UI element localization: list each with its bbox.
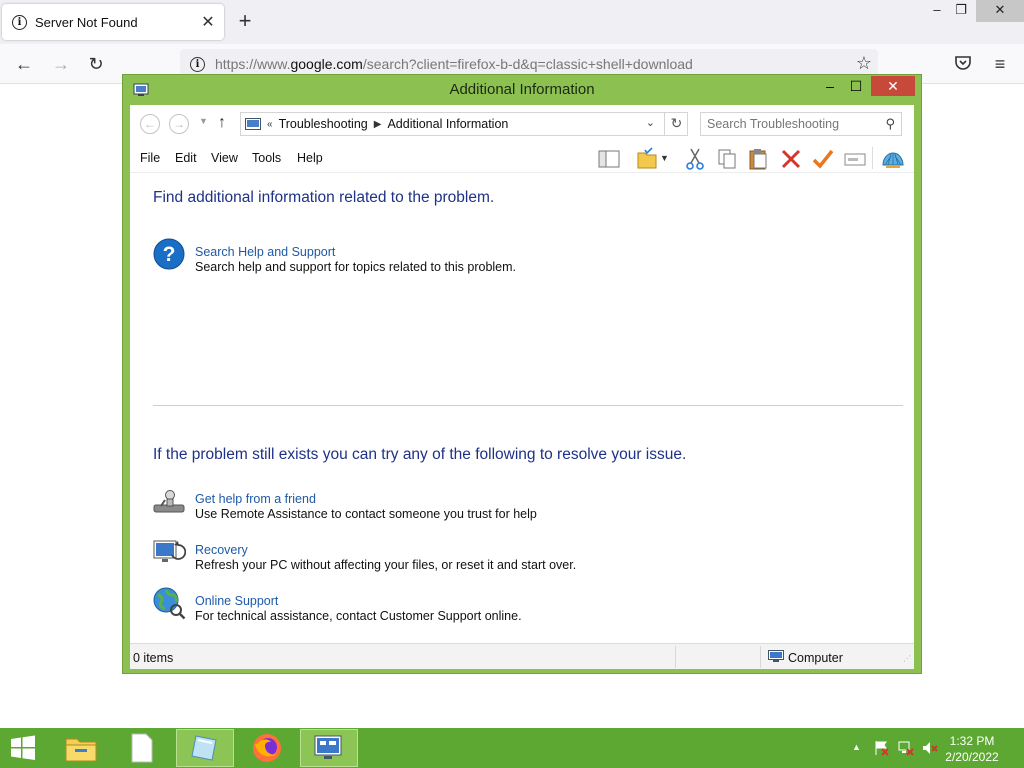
action-center-flag-icon[interactable] [874,740,890,756]
windows-logo-icon [11,735,35,760]
new-tab-button[interactable]: + [234,10,256,32]
menu-file[interactable]: File [140,151,160,165]
get-help-friend-description: Use Remote Assistance to contact someone… [195,507,537,521]
document-icon [131,733,153,763]
url-text: https://www.google.com/search?client=fir… [215,56,693,72]
back-button[interactable]: ← [13,53,35,75]
address-row: ← → ▼ ↑ « Troubleshooting ▶ Additional I… [130,105,914,143]
help-icon[interactable]: ? [152,237,186,271]
shell-icon[interactable] [881,147,905,171]
breadcrumb-additional-information[interactable]: Additional Information [387,117,508,131]
preview-pane-icon[interactable] [597,147,621,171]
status-item-count: 0 items [133,651,174,665]
tray-overflow-chevron-icon[interactable]: ▲ [852,742,868,758]
status-bar: 0 items Computer ⋰ [130,643,914,669]
recovery-description: Refresh your PC without affecting your f… [195,558,577,572]
search-input[interactable]: Search Troubleshooting ⚲ [700,112,902,136]
menu-bar: File Edit View Tools Help ▼ [130,143,914,173]
site-info-icon[interactable]: i [190,56,205,72]
taskbar-notepad[interactable] [113,729,171,767]
taskbar-file-explorer[interactable] [52,729,110,767]
copy-icon[interactable] [715,147,739,171]
window-titlebar[interactable]: Additional Information – ☐ ✕ [123,75,921,105]
reload-button[interactable]: ↻ [85,53,107,75]
window-maximize-button[interactable]: ☐ [843,77,869,97]
breadcrumb-overflow-icon[interactable]: « [267,119,273,130]
recovery-icon[interactable] [152,535,186,569]
window-title: Additional Information [449,81,595,98]
section-heading-resolve: If the problem still exists you can try … [153,446,687,463]
checkmark-icon[interactable] [811,147,835,171]
taskbar-control-panel[interactable] [176,729,234,767]
clock-time[interactable]: 1:32 PM [942,734,1002,748]
volume-muted-icon[interactable] [922,740,938,756]
nav-forward-button[interactable]: → [169,114,189,134]
search-help-description: Search help and support for topics relat… [195,260,517,274]
glass-panel-icon [191,735,217,761]
browser-tabbar: i Server Not Found ✕ + – ❐ ✕ [0,0,1024,44]
rename-icon[interactable] [843,147,867,171]
resize-grip-icon[interactable]: ⋰ [903,654,911,663]
pocket-icon[interactable] [952,54,974,76]
address-dropdown-icon[interactable]: ⌄ [646,116,655,129]
taskbar: ▲ 1:32 PM 2/20/2022 [0,728,1024,768]
network-icon[interactable] [898,740,914,756]
taskbar-troubleshooting[interactable] [300,729,358,767]
browser-close-button[interactable]: ✕ [976,0,1024,22]
menu-view[interactable]: View [211,151,238,165]
window-minimize-button[interactable]: – [817,77,843,97]
online-support-description: For technical assistance, contact Custom… [195,609,522,623]
status-separator [760,646,761,668]
tab-title: Server Not Found [35,14,138,30]
breadcrumb-troubleshooting[interactable]: Troubleshooting [279,117,368,131]
cut-icon[interactable] [683,147,707,171]
window-body: ← → ▼ ↑ « Troubleshooting ▶ Additional I… [130,105,914,669]
section-divider [153,405,903,406]
refresh-button[interactable]: ↻ [664,112,688,136]
globe-icon[interactable] [152,586,186,620]
firefox-icon [253,734,281,762]
control-panel-icon [245,118,261,130]
forward-button[interactable]: → [50,53,72,75]
recent-pages-chevron-icon[interactable]: ▼ [199,116,208,126]
up-level-button[interactable]: ↑ [218,114,226,132]
clock-date[interactable]: 2/20/2022 [942,750,1002,764]
menu-edit[interactable]: Edit [175,151,197,165]
search-help-link[interactable]: Search Help and Support [195,245,335,259]
search-icon[interactable]: ⚲ [885,113,895,135]
menu-help[interactable]: Help [297,151,323,165]
status-separator [675,646,676,668]
nav-back-button[interactable]: ← [140,114,160,134]
file-explorer-icon [65,738,97,762]
remote-assistance-icon[interactable] [152,484,186,518]
menu-hamburger-icon[interactable]: ≡ [989,53,1011,75]
tab-close-icon[interactable]: ✕ [198,12,218,32]
info-icon: i [12,14,27,30]
online-support-link[interactable]: Online Support [195,594,278,608]
svg-text:?: ? [163,243,176,266]
section-heading-find-info: Find additional information related to t… [153,189,495,206]
delete-icon[interactable] [779,147,803,171]
get-help-friend-link[interactable]: Get help from a friend [195,492,316,506]
address-bar[interactable]: « Troubleshooting ▶ Additional Informati… [240,112,688,136]
taskbar-firefox[interactable] [238,729,296,767]
start-button[interactable] [0,729,46,767]
toolbar-divider [872,147,873,169]
window-close-button[interactable]: ✕ [871,76,915,96]
computer-icon [768,650,784,662]
content-pane: Find additional information related to t… [130,173,914,643]
paste-icon[interactable] [747,147,771,171]
explorer-window: Additional Information – ☐ ✕ ← → ▼ ↑ « T… [122,74,922,674]
browser-tab[interactable]: i Server Not Found ✕ [2,4,224,40]
menu-tools[interactable]: Tools [252,151,281,165]
breadcrumb-separator-icon[interactable]: ▶ [374,119,382,130]
troubleshooting-icon [314,735,342,759]
recovery-link[interactable]: Recovery [195,543,248,557]
status-location: Computer [788,651,843,665]
restore-button[interactable]: ❐ [946,0,976,22]
bookmark-star-icon[interactable]: ☆ [856,53,872,74]
folder-check-icon[interactable] [635,147,659,171]
